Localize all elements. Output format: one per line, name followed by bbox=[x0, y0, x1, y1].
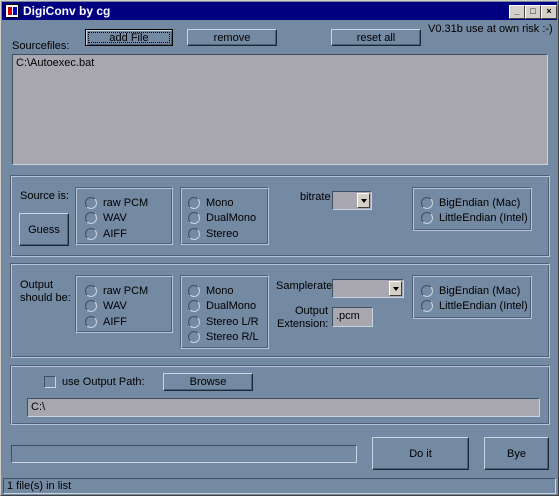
minimize-button[interactable]: _ bbox=[509, 5, 525, 19]
radio-button[interactable] bbox=[85, 316, 97, 328]
output-format-rawpcm[interactable]: raw PCM bbox=[85, 284, 148, 298]
chevron-down-icon[interactable] bbox=[389, 281, 402, 296]
extension-field[interactable]: .pcm bbox=[332, 307, 373, 327]
radio-label: LittleEndian (Intel) bbox=[439, 300, 528, 312]
window-title: DigiConv by cg bbox=[23, 4, 111, 18]
radio-button[interactable] bbox=[188, 228, 200, 240]
bye-button[interactable]: Bye bbox=[484, 437, 549, 470]
maximize-button[interactable]: □ bbox=[525, 5, 541, 19]
remove-button[interactable]: remove bbox=[187, 29, 277, 46]
progress-bar bbox=[11, 445, 357, 463]
radio-button[interactable] bbox=[188, 285, 200, 297]
radio-label: Stereo L/R bbox=[206, 316, 259, 328]
extension-value: .pcm bbox=[336, 310, 360, 322]
radio-label: Stereo R/L bbox=[206, 331, 259, 343]
source-format-wav[interactable]: WAV bbox=[85, 211, 127, 225]
source-channel-stereo[interactable]: Stereo bbox=[188, 227, 238, 241]
source-format-aiff[interactable]: AIFF bbox=[85, 227, 127, 241]
radio-button[interactable] bbox=[188, 331, 200, 343]
radio-label: AIFF bbox=[103, 228, 127, 240]
do-it-button[interactable]: Do it bbox=[372, 437, 469, 470]
radio-label: WAV bbox=[103, 300, 127, 312]
sourcefiles-list[interactable]: C:\Autoexec.bat bbox=[12, 54, 548, 165]
status-text: 1 file(s) in list bbox=[7, 480, 72, 492]
radio-button[interactable] bbox=[188, 300, 200, 312]
add-file-button[interactable]: add File bbox=[85, 29, 173, 46]
output-path-field[interactable]: C:\ bbox=[27, 398, 540, 417]
samplerate-label: Samplerate: bbox=[276, 280, 336, 292]
reset-all-button[interactable]: reset all bbox=[331, 29, 421, 46]
use-output-path-checkbox[interactable]: use Output Path: bbox=[44, 375, 145, 389]
title-bar[interactable]: DigiConv by cg _ □ × bbox=[2, 2, 557, 20]
radio-label: raw PCM bbox=[103, 285, 149, 297]
output-label-line1: Output bbox=[20, 279, 54, 291]
radio-button[interactable] bbox=[85, 285, 97, 297]
radio-label: LittleEndian (Intel) bbox=[439, 212, 528, 224]
version-text: V0.31b use at own risk :-) bbox=[428, 23, 553, 35]
bitrate-label: bitrate bbox=[300, 191, 331, 203]
app-icon[interactable] bbox=[5, 4, 19, 18]
radio-label: Mono bbox=[206, 197, 234, 209]
output-channel-stereo-lr[interactable]: Stereo L/R bbox=[188, 315, 259, 329]
radio-button[interactable] bbox=[188, 212, 200, 224]
radio-button[interactable] bbox=[85, 228, 97, 240]
radio-label: WAV bbox=[103, 212, 127, 224]
radio-button[interactable] bbox=[421, 212, 433, 224]
radio-label: raw PCM bbox=[103, 197, 149, 209]
source-format-rawpcm[interactable]: raw PCM bbox=[85, 196, 148, 210]
browse-button[interactable]: Browse bbox=[163, 373, 253, 391]
checkbox[interactable] bbox=[44, 376, 56, 388]
close-button[interactable]: × bbox=[541, 5, 557, 19]
radio-label: Mono bbox=[206, 285, 234, 297]
source-channel-mono[interactable]: Mono bbox=[188, 196, 234, 210]
extension-label-line2: Extension: bbox=[277, 318, 329, 330]
radio-button[interactable] bbox=[85, 300, 97, 312]
main-window: DigiConv by cg _ □ × add File remove res… bbox=[0, 0, 559, 496]
radio-label: Stereo bbox=[206, 228, 239, 240]
radio-label: BigEndian (Mac) bbox=[439, 197, 521, 209]
samplerate-select[interactable] bbox=[332, 279, 404, 298]
output-format-aiff[interactable]: AIFF bbox=[85, 315, 127, 329]
output-endian-little[interactable]: LittleEndian (Intel) bbox=[421, 299, 528, 313]
radio-label: BigEndian (Mac) bbox=[439, 285, 521, 297]
output-format-wav[interactable]: WAV bbox=[85, 299, 127, 313]
source-is-label: Source is: bbox=[20, 190, 69, 202]
radio-button[interactable] bbox=[421, 300, 433, 312]
output-endian-big[interactable]: BigEndian (Mac) bbox=[421, 284, 520, 298]
output-label-line2: should be: bbox=[20, 292, 71, 304]
bitrate-select[interactable] bbox=[332, 191, 372, 210]
output-channel-stereo-rl[interactable]: Stereo R/L bbox=[188, 330, 259, 344]
output-channel-dualmono[interactable]: DualMono bbox=[188, 299, 256, 313]
output-path-value: C:\ bbox=[31, 401, 46, 413]
extension-label-line1: Output bbox=[295, 305, 329, 317]
radio-label: AIFF bbox=[103, 316, 127, 328]
list-item[interactable]: C:\Autoexec.bat bbox=[16, 57, 94, 69]
source-channel-dualmono[interactable]: DualMono bbox=[188, 211, 256, 225]
status-bar: 1 file(s) in list bbox=[3, 478, 556, 494]
checkbox-label: use Output Path: bbox=[62, 376, 145, 388]
radio-button[interactable] bbox=[85, 212, 97, 224]
radio-label: DualMono bbox=[206, 300, 257, 312]
chevron-down-icon[interactable] bbox=[357, 193, 370, 208]
radio-button[interactable] bbox=[421, 197, 433, 209]
radio-button[interactable] bbox=[188, 316, 200, 328]
radio-button[interactable] bbox=[188, 197, 200, 209]
radio-button[interactable] bbox=[421, 285, 433, 297]
radio-label: DualMono bbox=[206, 212, 257, 224]
radio-button[interactable] bbox=[85, 197, 97, 209]
source-endian-big[interactable]: BigEndian (Mac) bbox=[421, 196, 520, 210]
source-endian-little[interactable]: LittleEndian (Intel) bbox=[421, 211, 528, 225]
guess-button[interactable]: Guess bbox=[19, 213, 69, 246]
sourcefiles-label: Sourcefiles: bbox=[12, 40, 70, 52]
output-channel-mono[interactable]: Mono bbox=[188, 284, 234, 298]
